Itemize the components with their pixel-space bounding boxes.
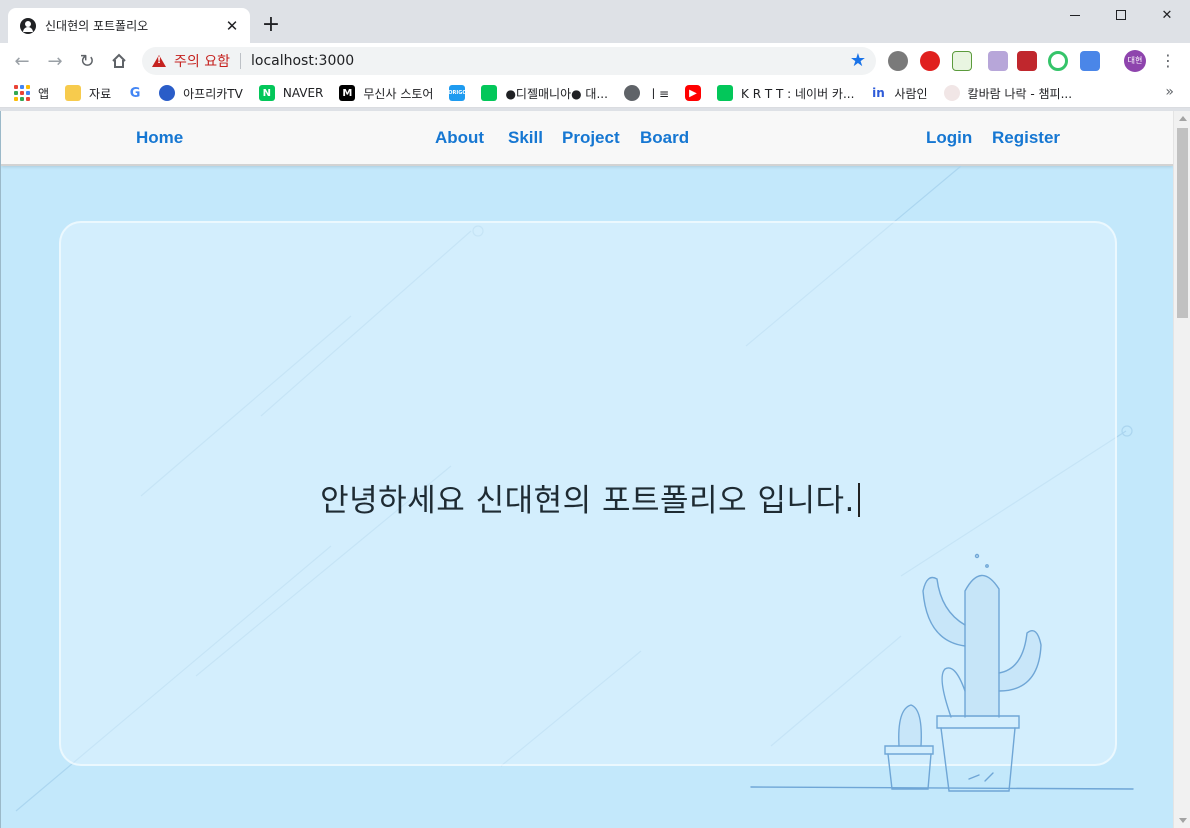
scroll-down-icon[interactable] [1179,818,1187,823]
bookmark-label: 칼바람 나락 - 챔피... [967,86,1073,101]
globe-icon [623,85,640,101]
back-button[interactable]: ← [10,49,34,73]
tab-title: 신대현의 포트폴리오 [45,19,149,33]
bookmark-label: 사람인 [894,86,928,101]
nav-about-link[interactable]: About [435,128,484,148]
bookmark-label: K R T T : 네이버 카... [741,86,855,101]
bookmark-dieselmania[interactable]: ●디젤매니아● 대... [481,85,608,102]
browser-menu-icon[interactable]: ⋮ [1160,50,1176,72]
maximize-icon [1116,10,1126,20]
hero-greeting: 안녕하세요 신대현의 포트폴리오 입니다. [320,483,855,519]
page-viewport: Home About Skill Project Board Login Reg… [0,111,1190,828]
bookmark-oroo[interactable]: ORIGO [448,85,467,101]
document-extension-icon[interactable] [952,51,972,71]
close-icon: ✕ [1161,7,1173,23]
saramin-icon: in [870,85,887,101]
minimize-button[interactable] [1052,0,1098,30]
settings-extension-icon[interactable] [888,51,908,71]
naver-icon: N [258,85,275,101]
bookmark-google[interactable]: G [127,85,144,101]
nav-register-link[interactable]: Register [992,128,1060,148]
bookmark-youtube[interactable]: ▶ [685,85,702,101]
adblock-extension-icon[interactable] [920,51,940,71]
cactus-illustration [750,553,1134,792]
bookmark-saramin[interactable]: in 사람인 [870,85,928,102]
scroll-up-icon[interactable] [1179,116,1187,121]
address-bar[interactable]: 주의 요함 localhost:3000 ★ [142,47,876,75]
bookmark-label: 아프리카TV [183,86,243,101]
nav-project-link[interactable]: Project [562,128,620,148]
screenshot-extension-icon[interactable] [1017,51,1037,71]
typing-cursor [857,483,860,517]
bookmark-label: 자료 [89,86,112,101]
arrow-right-icon: → [47,50,63,72]
profile-avatar[interactable]: 대현 [1124,50,1146,72]
address-divider [239,53,241,69]
bookmark-globe[interactable]: ㅣ≡ [623,85,670,102]
close-window-button[interactable]: ✕ [1144,0,1190,30]
oroo-icon: ORIGO [448,85,467,101]
security-warning-label[interactable]: 주의 요함 [174,51,230,71]
bookmark-label: ●디젤매니아● 대... [505,86,608,101]
bookmark-label: 무신사 스토어 [363,86,434,101]
url-text[interactable]: localhost:3000 [251,53,354,69]
poro-icon [943,85,960,101]
site-navbar: Home About Skill Project Board Login Reg… [1,111,1173,166]
afreecatv-icon [159,85,176,101]
apps-grid-icon [14,85,30,101]
naver-cafe-icon [481,85,498,101]
folder-icon [65,85,82,101]
browser-toolbar: ← → ↻ 주의 요함 localhost:3000 ★ 대현 ⋮ [0,43,1190,79]
pencil-extension-icon[interactable] [988,51,1008,71]
profile-favicon-icon [20,17,36,34]
window-controls: ✕ [1052,0,1190,30]
bookmark-apps[interactable]: 앱 [14,85,49,102]
reload-icon: ↻ [79,50,95,72]
home-button[interactable] [107,49,131,73]
minimize-icon [1070,14,1080,16]
warning-icon [152,55,166,67]
youtube-icon: ▶ [685,85,702,101]
translate-extension-icon[interactable] [1080,51,1100,71]
naver-cafe-icon [717,85,734,101]
bookmark-afreecatv[interactable]: 아프리카TV [159,85,243,102]
hero-typing-text: 안녕하세요 신대현의 포트폴리오 입니다. [61,475,1119,520]
reload-button[interactable]: ↻ [75,49,99,73]
home-icon [112,53,126,68]
bookmarks-bar: 앱 자료 G 아프리카TV N NAVER M 무신사 스토어 ORIGO ●디… [0,79,1190,108]
bookmark-aram[interactable]: 칼바람 나락 - 챔피... [943,85,1073,102]
scroll-thumb[interactable] [1177,128,1188,318]
target-extension-icon[interactable] [1048,51,1068,71]
google-icon: G [127,85,144,101]
forward-button[interactable]: → [43,49,67,73]
bookmark-folder[interactable]: 자료 [65,85,111,102]
title-bar: 신대현의 포트폴리오 ✕ + ✕ [0,0,1190,43]
new-tab-button[interactable]: + [260,14,282,36]
page-scrollbar[interactable] [1173,111,1190,828]
bookmark-label: NAVER [282,86,324,100]
bookmark-label: ㅣ≡ [647,86,670,101]
bookmarks-overflow-icon[interactable]: » [1165,84,1174,100]
bookmark-label: 앱 [38,86,50,101]
musinsa-icon: M [339,85,356,101]
nav-login-link[interactable]: Login [926,128,972,148]
browser-tab-active[interactable]: 신대현의 포트폴리오 ✕ [8,8,250,43]
arrow-left-icon: ← [14,50,30,72]
bookmark-musinsa[interactable]: M 무신사 스토어 [339,85,433,102]
bookmark-krtt[interactable]: K R T T : 네이버 카... [717,85,854,102]
bookmark-star-icon[interactable]: ★ [850,51,866,71]
nav-board-link[interactable]: Board [640,128,689,148]
bookmark-naver[interactable]: N NAVER [258,85,324,101]
nav-home-link[interactable]: Home [136,128,183,148]
tab-close-icon[interactable]: ✕ [224,18,240,34]
nav-skill-link[interactable]: Skill [508,128,543,148]
maximize-button[interactable] [1098,0,1144,30]
